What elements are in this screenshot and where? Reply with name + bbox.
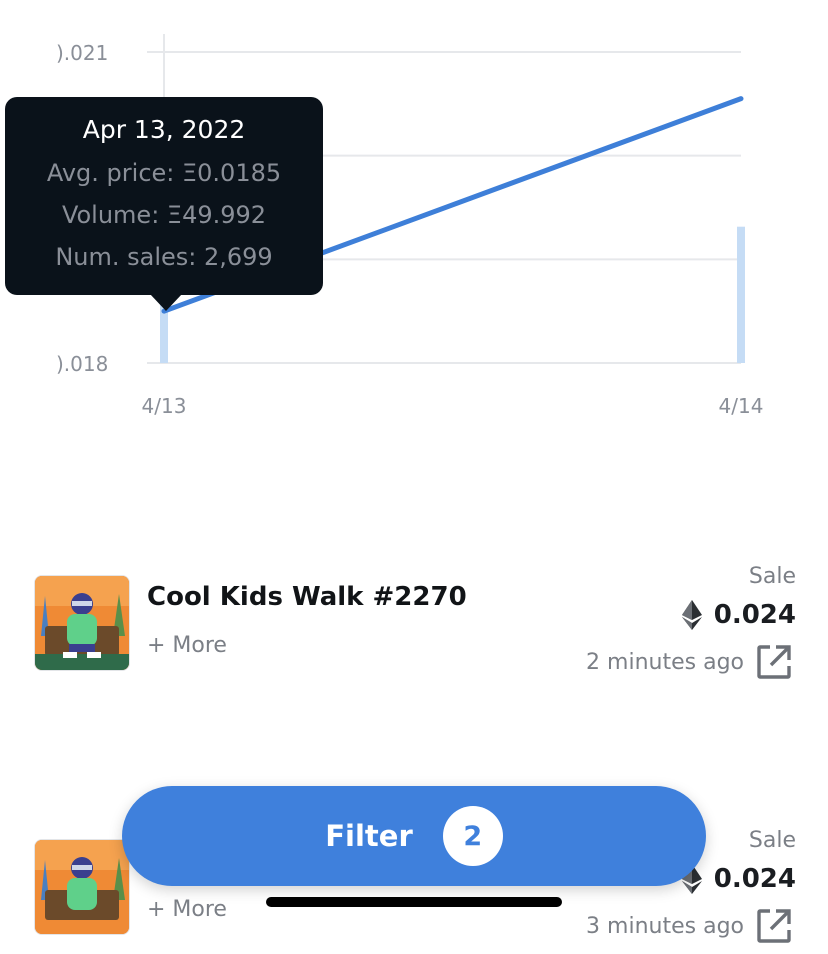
sale-row[interactable]: Cool Kids Walk #2270 + More Sale 0.024 2… [0, 560, 828, 690]
price-value: 0.024 [713, 864, 796, 894]
price-point [739, 96, 743, 101]
ethereum-icon [681, 600, 702, 630]
x-tick-label: 4/14 [719, 394, 764, 418]
x-tick-label: 4/13 [142, 394, 187, 418]
nft-thumbnail[interactable] [34, 575, 130, 671]
y-tick-label: ).018 [56, 352, 108, 376]
home-indicator [266, 897, 562, 907]
sale-time-text: 2 minutes ago [586, 649, 744, 675]
chart-tooltip: Apr 13, 2022 Avg. price: Ξ0.0185 Volume:… [5, 97, 323, 311]
nft-thumbnail[interactable] [34, 839, 130, 935]
tooltip-num-sales: Num. sales: 2,699 [55, 243, 273, 271]
more-link[interactable]: + More [147, 633, 227, 658]
filter-button[interactable]: Filter 2 [122, 786, 706, 886]
tooltip-arrow [150, 294, 182, 311]
external-link-icon[interactable] [756, 908, 792, 944]
tooltip-date: Apr 13, 2022 [82, 115, 246, 144]
sale-time: 3 minutes ago [586, 908, 792, 944]
y-tick-label: ).021 [56, 41, 108, 65]
filter-label: Filter [325, 819, 413, 853]
sale-time-text: 3 minutes ago [586, 913, 744, 939]
more-link[interactable]: + More [147, 897, 227, 922]
external-link-icon[interactable] [756, 644, 792, 680]
sale-price: 0.024 [681, 600, 796, 630]
tooltip-avg-price: Avg. price: Ξ0.0185 [46, 159, 282, 187]
nft-name[interactable]: Cool Kids Walk #2270 [147, 582, 467, 612]
filter-count-badge: 2 [442, 806, 503, 866]
tooltip-volume: Volume: Ξ49.992 [61, 201, 267, 229]
price-value: 0.024 [713, 600, 796, 630]
sale-type-label: Sale [748, 564, 796, 589]
sale-time: 2 minutes ago [586, 644, 792, 680]
sale-price: 0.024 [681, 864, 796, 894]
sale-type-label: Sale [748, 828, 796, 853]
volume-bar [737, 226, 745, 363]
